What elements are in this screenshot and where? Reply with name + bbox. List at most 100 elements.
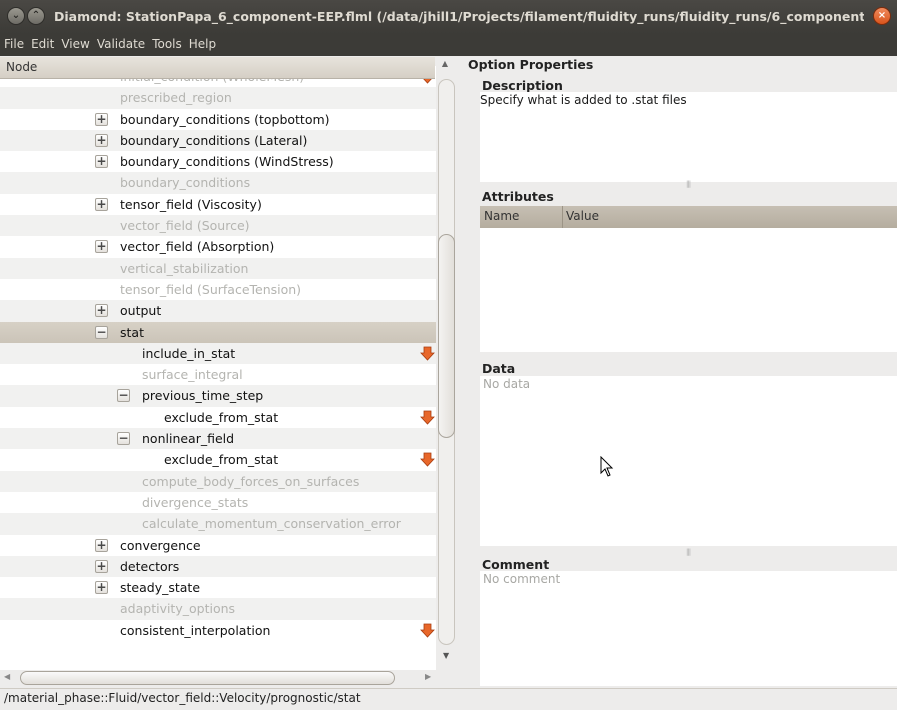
tree-row[interactable]: consistent_interpolation [0, 620, 436, 641]
menu-edit[interactable]: Edit [27, 34, 57, 51]
tree-row[interactable]: boundary_conditions [0, 172, 436, 194]
collapse-icon[interactable]: − [117, 389, 130, 403]
mouse-pointer-icon [600, 456, 614, 477]
scroll-right-arrow-icon[interactable]: ▶ [425, 672, 431, 681]
tree-row[interactable]: surface_integral [0, 364, 436, 385]
tree-hscroll-thumb[interactable] [20, 671, 395, 685]
close-button[interactable]: × [873, 7, 891, 25]
diamond-window: ⌄ ⌃ Diamond: StationPapa_6_component-EEP… [0, 0, 897, 710]
tree-rows: initial_condition (WholeMesh)prescribed_… [0, 66, 436, 641]
tree-row[interactable]: vector_field (Source) [0, 215, 436, 237]
option-properties-title: Option Properties [468, 57, 594, 72]
collapse-icon[interactable]: − [95, 325, 108, 339]
expand-icon[interactable]: + [95, 197, 108, 211]
tree-row-label: boundary_conditions [120, 175, 251, 191]
tree-row[interactable]: + steady_state [0, 577, 436, 598]
expand-icon[interactable]: + [95, 155, 108, 169]
maximize-button[interactable]: ⌃ [27, 7, 45, 25]
menu-file[interactable]: File [0, 34, 27, 51]
tree-row-label: vertical_stabilization [120, 260, 249, 276]
expand-icon[interactable]: + [95, 538, 108, 552]
comment-box[interactable]: No comment [480, 571, 897, 686]
scroll-down-arrow-icon[interactable]: ▼ [443, 651, 449, 660]
expand-icon[interactable]: + [95, 133, 108, 147]
status-path: /material_phase::Fluid/vector_field::Vel… [0, 688, 897, 710]
expand-icon[interactable]: + [95, 581, 108, 595]
menu-tools[interactable]: Tools [148, 34, 185, 51]
expand-icon[interactable]: + [95, 240, 108, 254]
data-box[interactable]: No data [480, 376, 897, 546]
tree-row[interactable]: + boundary_conditions (WindStress) [0, 151, 436, 172]
data-placeholder: No data [483, 377, 531, 391]
pane-grip-icon[interactable]: ||| [686, 548, 691, 556]
tree-row-label: convergence [120, 537, 201, 553]
tree-row-label: tensor_field (SurfaceTension) [120, 281, 302, 297]
tree-row-label: previous_time_step [142, 388, 264, 404]
tree-horizontal-scrollbar[interactable]: ◀ ▶ [0, 670, 436, 686]
title-bar[interactable]: ⌄ ⌃ Diamond: StationPapa_6_component-EEP… [0, 0, 897, 34]
option-tree[interactable]: initial_condition (WholeMesh)prescribed_… [0, 66, 436, 670]
tree-row[interactable]: + tensor_field (Viscosity) [0, 194, 436, 215]
tree-row[interactable]: tensor_field (SurfaceTension) [0, 279, 436, 300]
minimize-button[interactable]: ⌄ [7, 7, 25, 25]
description-title: Description [482, 78, 563, 93]
expand-icon[interactable]: + [95, 304, 108, 318]
tree-row[interactable]: − nonlinear_field [0, 428, 436, 450]
scroll-up-arrow-icon[interactable]: ▲ [438, 59, 452, 73]
tree-row-label: include_in_stat [142, 345, 236, 361]
tree-row[interactable]: include_in_stat [0, 342, 436, 365]
data-title: Data [482, 361, 516, 376]
menu-validate[interactable]: Validate [93, 34, 148, 51]
tree-row-label: calculate_momentum_conservation_error [142, 516, 401, 532]
tree-row[interactable]: − stat [0, 321, 436, 343]
tree-column-header-node[interactable]: Node [0, 57, 435, 79]
tree-row[interactable]: − previous_time_step [0, 385, 436, 407]
tree-row[interactable]: divergence_stats [0, 492, 436, 513]
tree-row-label: divergence_stats [142, 494, 249, 510]
column-separator [562, 206, 563, 228]
tree-scroll-thumb[interactable] [438, 234, 455, 438]
description-text: Specify what is added to .stat files [480, 93, 687, 107]
comment-title: Comment [482, 557, 550, 572]
tree-row[interactable]: calculate_momentum_conservation_error [0, 513, 436, 535]
unset-required-arrow-icon [420, 623, 435, 638]
tree-row-label: tensor_field (Viscosity) [120, 196, 262, 212]
tree-row[interactable]: + vector_field (Absorption) [0, 236, 436, 257]
option-properties-pane: Option Properties Description Specify wh… [468, 56, 897, 688]
tree-row-label: boundary_conditions (topbottom) [120, 111, 330, 127]
attributes-title: Attributes [482, 189, 554, 204]
menu-view[interactable]: View [57, 34, 92, 51]
tree-row-label: steady_state [120, 580, 201, 596]
tree-row[interactable]: + boundary_conditions (Lateral) [0, 129, 436, 152]
tree-row[interactable]: + output [0, 300, 436, 322]
tree-row[interactable]: + detectors [0, 555, 436, 578]
tree-row-label: detectors [120, 558, 180, 574]
tree-row-label: adaptivity_options [120, 601, 236, 617]
tree-row-label: surface_integral [142, 367, 243, 383]
unset-required-arrow-icon [420, 410, 435, 425]
tree-row-label: boundary_conditions (WindStress) [120, 154, 334, 170]
tree-row[interactable]: compute_body_forces_on_surfaces [0, 470, 436, 492]
attributes-table-body[interactable] [480, 228, 897, 352]
attributes-column-value[interactable]: Value [566, 209, 599, 223]
attributes-column-name[interactable]: Name [484, 209, 519, 223]
description-box: Specify what is added to .stat files [480, 92, 897, 182]
tree-row-label: output [120, 303, 162, 319]
tree-row[interactable]: prescribed_region [0, 87, 436, 109]
pane-grip-icon[interactable]: ||| [686, 180, 691, 188]
tree-row-label: prescribed_region [120, 90, 232, 106]
scroll-left-arrow-icon[interactable]: ◀ [4, 672, 10, 681]
tree-row-label: nonlinear_field [142, 431, 235, 447]
expand-icon[interactable]: + [95, 112, 108, 126]
unset-required-arrow-icon [420, 452, 435, 467]
tree-row[interactable]: adaptivity_options [0, 598, 436, 620]
collapse-icon[interactable]: − [117, 432, 130, 446]
tree-row[interactable]: exclude_from_stat [0, 449, 436, 470]
tree-row-label: exclude_from_stat [164, 409, 279, 425]
tree-row[interactable]: vertical_stabilization [0, 257, 436, 279]
tree-row[interactable]: + convergence [0, 535, 436, 556]
tree-row[interactable]: + boundary_conditions (topbottom) [0, 109, 436, 130]
expand-icon[interactable]: + [95, 559, 108, 573]
menu-help[interactable]: Help [185, 34, 219, 51]
tree-row[interactable]: exclude_from_stat [0, 407, 436, 428]
